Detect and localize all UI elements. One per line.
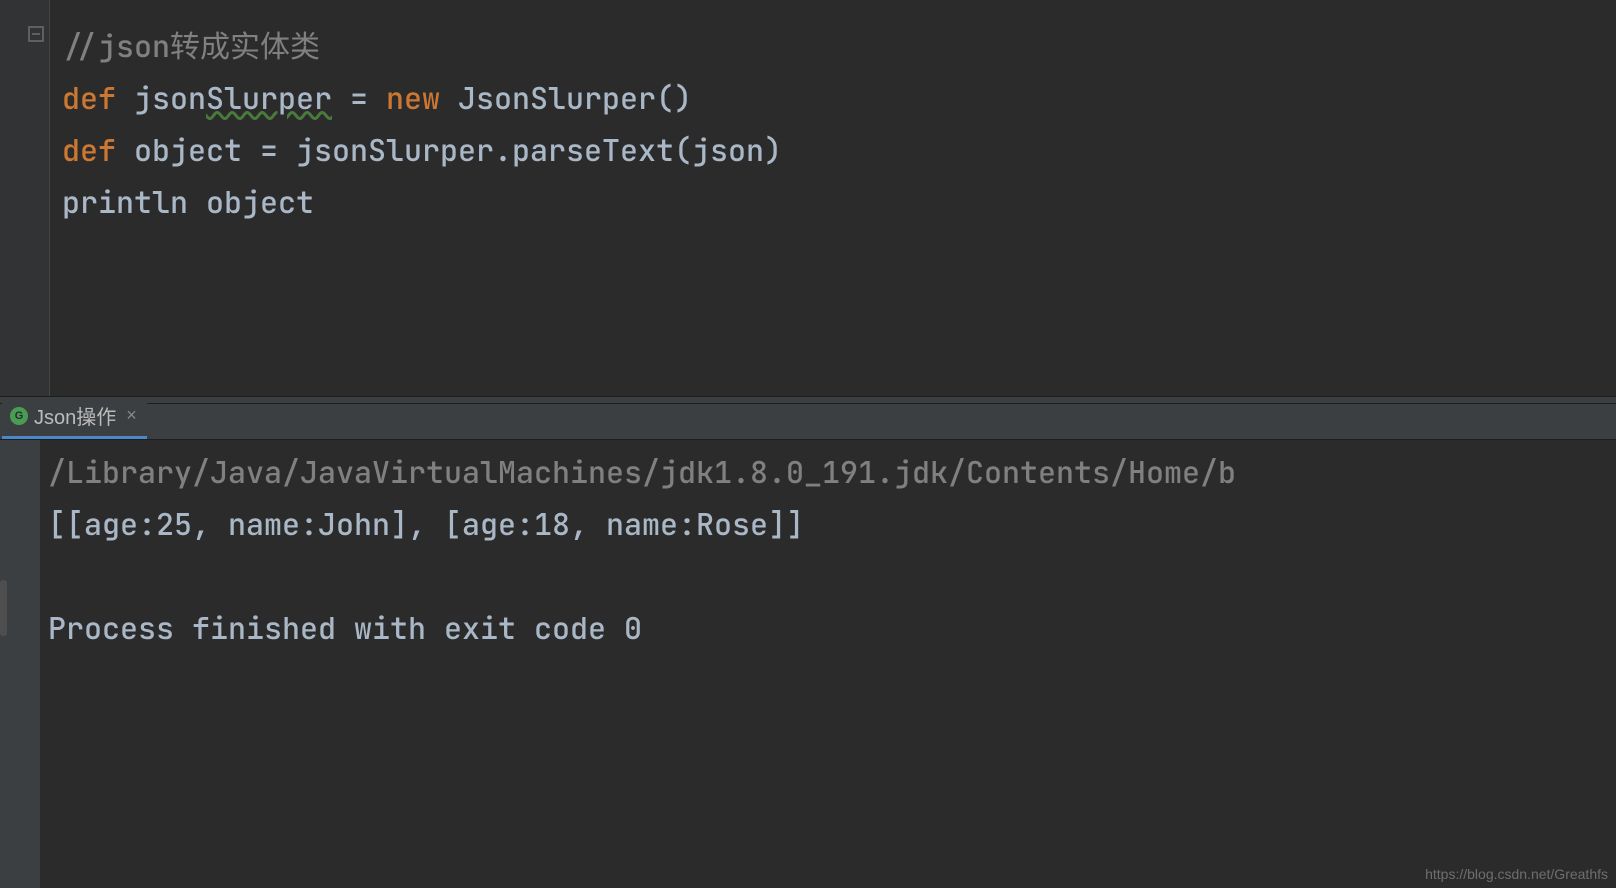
- eq: =: [332, 78, 386, 118]
- scrollbar-thumb[interactable]: [0, 580, 7, 636]
- jdk-path: /Library/Java/JavaVirtualMachines/jdk1.8…: [48, 452, 1236, 492]
- console-gutter: [0, 440, 40, 888]
- groovy-icon: G: [10, 407, 28, 425]
- console-output[interactable]: /Library/Java/JavaVirtualMachines/jdk1.8…: [40, 440, 1236, 888]
- fold-icon[interactable]: [28, 26, 44, 42]
- code-content[interactable]: //json转成实体类 def jsonSlurper = new JsonSl…: [50, 0, 782, 396]
- output-result: [[age:25, name:John], [age:18, name:Rose…: [48, 504, 804, 544]
- editor-gutter: [0, 0, 50, 396]
- close-icon[interactable]: ×: [126, 405, 137, 426]
- exit-code-line: Process finished with exit code 0: [48, 608, 642, 648]
- code-editor[interactable]: //json转成实体类 def jsonSlurper = new JsonSl…: [0, 0, 1616, 396]
- tab-label: Json操作: [34, 401, 116, 430]
- var-slurper: Slurper: [206, 78, 332, 118]
- console-body: /Library/Java/JavaVirtualMachines/jdk1.8…: [0, 440, 1616, 888]
- keyword-new: new: [386, 78, 440, 118]
- code-comment: //json转成实体类: [62, 26, 320, 66]
- println-line: println object: [62, 182, 314, 222]
- panel-splitter[interactable]: [0, 396, 1616, 404]
- ctor-call: JsonSlurper(): [440, 78, 692, 118]
- console-tab-bar: G Json操作 ×: [0, 404, 1616, 440]
- run-tab[interactable]: G Json操作 ×: [2, 397, 147, 439]
- keyword-def: def: [62, 130, 116, 170]
- var-json: json: [134, 78, 206, 118]
- run-console: G Json操作 × /Library/Java/JavaVirtualMach…: [0, 404, 1616, 888]
- watermark: https://blog.csdn.net/Greathfs: [1425, 866, 1608, 882]
- keyword-def: def: [62, 78, 116, 118]
- line3-rest: object = jsonSlurper.parseText(json): [116, 130, 782, 170]
